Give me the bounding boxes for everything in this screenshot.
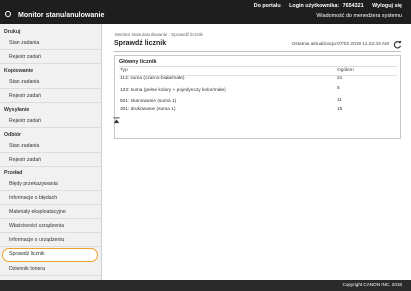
- counter-box-title: Główny licznik: [119, 59, 157, 65]
- sidebar-item-device-features[interactable]: Właściwości urządzenia: [0, 219, 101, 233]
- sidebar-item-check-counter[interactable]: Sprawdź licznik: [2, 248, 98, 262]
- counter-name: 301: drukowanie (suma 1): [120, 107, 176, 112]
- main-content: Monitor stanu/anulowanie : Sprawdź liczn…: [103, 24, 411, 280]
- page-title: Sprawdź licznik: [114, 40, 167, 47]
- table-row: 113: suma (czarno-biała/małe) 21: [115, 76, 400, 86]
- footer: Copyright CANON INC. 2018: [0, 280, 411, 291]
- admin-message-link[interactable]: Wiadomość do menedżera systemu: [316, 13, 402, 20]
- login-user: 7654321: [342, 3, 364, 9]
- sidebar-item-forwarding-errors[interactable]: Błędy przekazywania: [0, 177, 101, 191]
- column-header-total: Ogółem: [337, 68, 354, 73]
- sidebar-item-toner-log[interactable]: Dziennik tonera: [0, 262, 101, 276]
- copyright-text: Copyright CANON INC. 2018: [342, 282, 403, 287]
- back-to-top-icon[interactable]: [113, 117, 120, 124]
- login-label: Login użytkownika:: [289, 3, 340, 9]
- portal-link[interactable]: Do portalu: [254, 3, 281, 9]
- app-title: Monitor stanu/anulowanie: [18, 12, 105, 19]
- sidebar-item-receive-job-status[interactable]: Stan zadania: [0, 139, 101, 153]
- counter-value: 15: [337, 107, 343, 112]
- sidebar-item-send-job-log[interactable]: Rejestr zadań: [0, 114, 101, 128]
- table-row: 501: skanowanie (suma 1) 11: [115, 97, 400, 107]
- refresh-icon[interactable]: [393, 40, 402, 49]
- column-header-type: Typ: [120, 68, 128, 73]
- counter-box-divider: [119, 66, 397, 67]
- counter-value: 5: [337, 86, 340, 91]
- sidebar-item-copy-job-status[interactable]: Stan zadania: [0, 75, 101, 89]
- sidebar-item-receive-job-log[interactable]: Rejestr zadań: [0, 153, 101, 167]
- counter-value: 21: [337, 76, 343, 81]
- sidebar-item-error-information[interactable]: Informacje o błędach: [0, 191, 101, 205]
- counter-name: 501: skanowanie (suma 1): [120, 99, 177, 104]
- counter-name: 113: suma (czarno-biała/małe): [120, 76, 185, 81]
- main-counter-box: Główny licznik Typ Ogółem 113: suma (cza…: [114, 55, 401, 139]
- sidebar-item-consumables[interactable]: Materiały eksploatacyjne: [0, 205, 101, 219]
- table-row: 123: suma (pełne kolory + pojedynczy kol…: [115, 86, 400, 96]
- sidebar-item-copy-job-log[interactable]: Rejestr zadań: [0, 89, 101, 103]
- title-divider: [114, 51, 401, 52]
- counter-value: 11: [337, 98, 342, 103]
- app-logo-icon: [5, 11, 11, 17]
- table-row: 301: drukowanie (suma 1) 15: [115, 107, 400, 117]
- breadcrumb: Monitor stanu/anulowanie : Sprawdź liczn…: [115, 32, 203, 37]
- sidebar-item-print-job-status[interactable]: Stan zadania: [0, 36, 101, 50]
- top-bar: Monitor stanu/anulowanie Do portalu Logi…: [0, 0, 411, 24]
- header-links: Do portalu Login użytkownika: 7654321 Wy…: [247, 3, 402, 10]
- last-update-text: Ostatnia aktualizacja:07/02 2019 11:22:4…: [291, 42, 389, 47]
- counter-name: 123: suma (pełne kolory + pojedynczy kol…: [120, 88, 226, 93]
- sidebar: Drukuj Stan zadania Rejestr zadań Kopiow…: [0, 24, 102, 286]
- sidebar-item-print-job-log[interactable]: Rejestr zadań: [0, 50, 101, 64]
- logout-link[interactable]: Wyloguj się: [372, 3, 402, 9]
- sidebar-item-device-information[interactable]: Informacje o urządzeniu: [0, 233, 101, 247]
